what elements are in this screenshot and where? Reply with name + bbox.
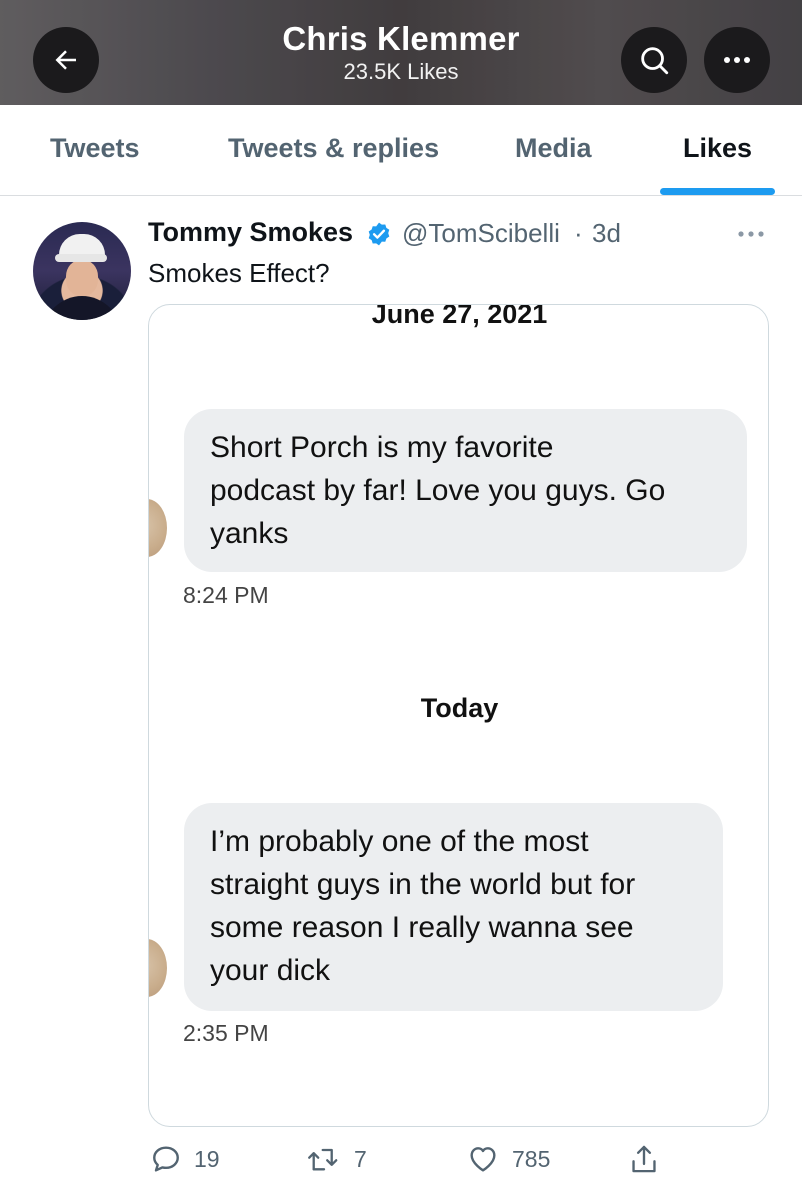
display-name[interactable]: Tommy Smokes [148,217,353,248]
active-tab-indicator [660,188,775,195]
separator-dot: · [574,218,583,248]
like-button[interactable]: 785 [466,1143,550,1175]
reply-count: 19 [194,1145,220,1172]
message-line: podcast by far! Love you guys. Go [210,474,666,507]
message-bubble: Short Porch is my favorite podcast by fa… [184,409,747,572]
reply-icon [153,1146,179,1172]
tab-media[interactable]: Media [515,133,592,164]
message-line: your dick [210,954,331,987]
more-horizontal-icon [724,57,750,63]
tab-tweets-replies[interactable]: Tweets & replies [228,133,439,164]
share-button[interactable] [628,1143,660,1177]
search-button[interactable] [621,27,687,93]
avatar-cap-brim [55,254,107,262]
message-line: yanks [210,517,289,550]
tab-tweets[interactable]: Tweets [50,133,140,164]
like-count: 785 [512,1145,551,1172]
message-time: 2:35 PM [183,1020,269,1046]
avatar-shirt [43,296,121,320]
search-icon [641,47,669,75]
more-options-button[interactable] [704,27,770,93]
retweet-icon [308,1148,338,1171]
retweet-count: 7 [354,1145,367,1172]
tweet-timestamp[interactable]: 3d [592,218,621,249]
user-handle[interactable]: @TomScibelli [402,218,560,249]
heart-icon [470,1147,496,1172]
message-line: straight guys in the world but for [210,868,636,901]
profile-header: Chris Klemmer 23.5K Likes [0,0,802,105]
message-time: 8:24 PM [183,582,269,608]
message-bubble: I’m probably one of the most straight gu… [184,803,723,1011]
tweet-more-icon[interactable] [735,224,767,244]
sender-avatar [149,939,167,997]
sender-avatar [149,499,167,557]
message-date-header: Today [420,693,499,723]
profile-tabs: Tweets Tweets & replies Media Likes [0,105,802,196]
avatar-face [66,260,98,296]
tweet-media-image[interactable]: June 27, 2021 Short Porch is my favorite… [148,304,769,1127]
reply-button[interactable]: 19 [150,1143,220,1175]
tweet-text: Smokes Effect? [148,258,330,288]
message-line: I’m probably one of the most [210,825,589,858]
retweet-button[interactable]: 7 [306,1143,367,1175]
avatar[interactable] [33,222,131,320]
message-line: some reason I really wanna see [210,911,634,944]
message-date-header: June 27, 2021 [371,304,548,329]
tab-likes[interactable]: Likes [683,133,752,164]
verified-badge-icon [368,222,390,246]
message-line: Short Porch is my favorite [210,431,554,464]
share-icon [632,1145,656,1173]
